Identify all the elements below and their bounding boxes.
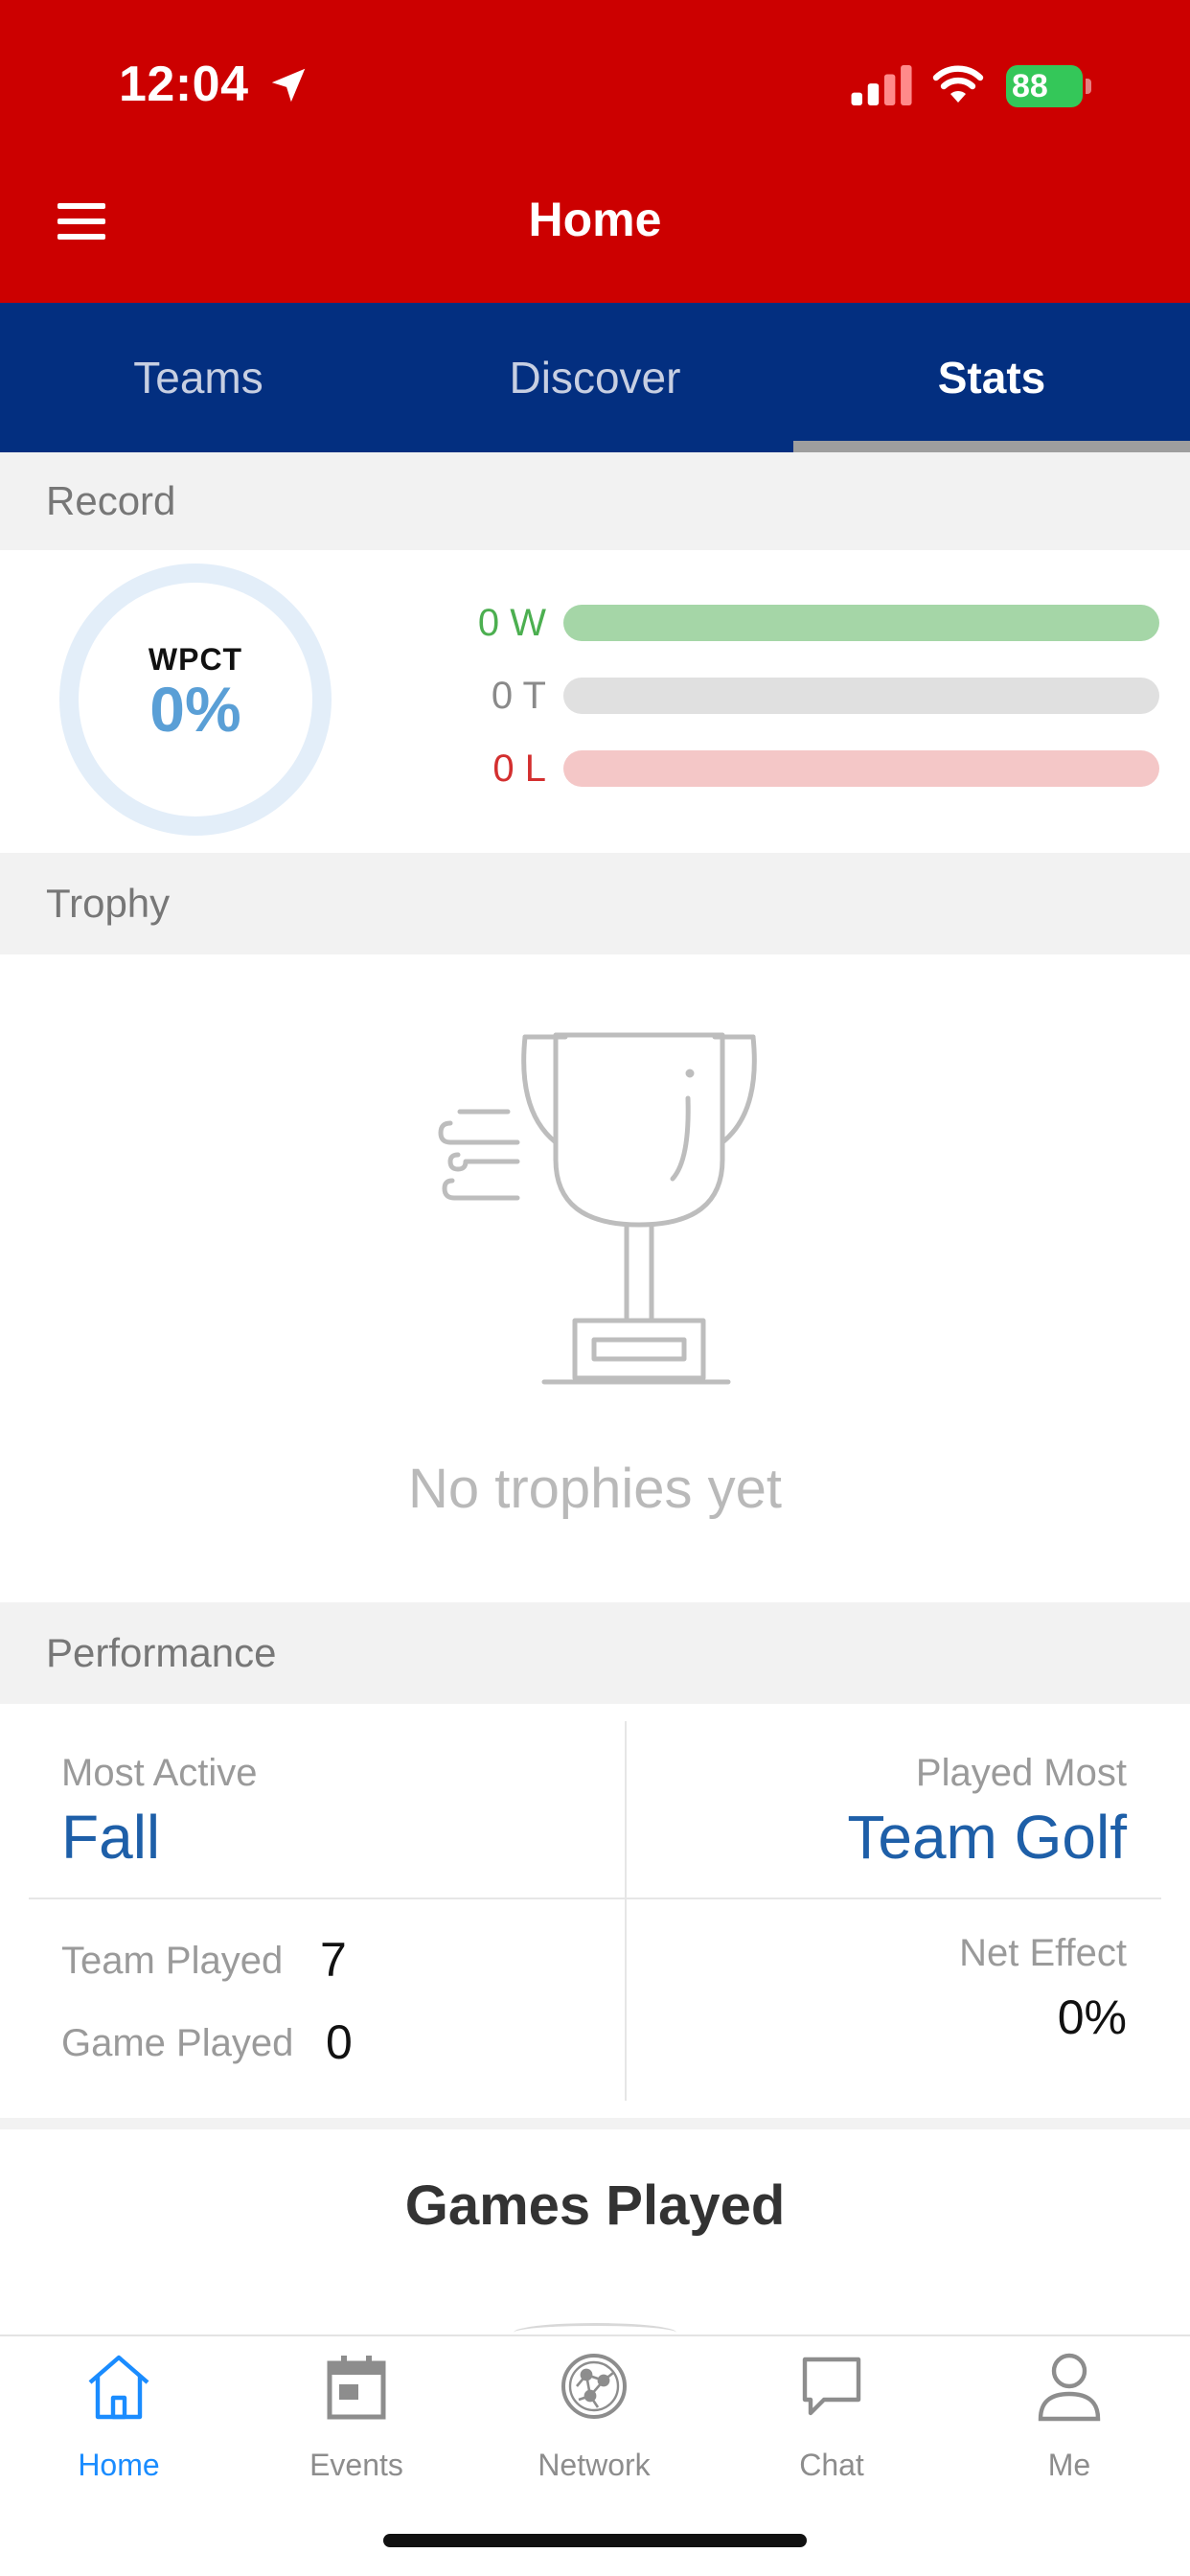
home-icon: [88, 2355, 149, 2420]
tab-bar: Teams Discover Stats: [0, 303, 1190, 452]
wins-label: 0 W: [477, 602, 546, 644]
battery-level: 88: [1012, 68, 1048, 104]
most-active-label: Most Active: [61, 1752, 258, 1794]
nav-network[interactable]: Network: [475, 2348, 713, 2492]
chat-icon: [802, 2357, 861, 2416]
most-active-value: Fall: [61, 1803, 161, 1872]
page-title: Home: [528, 193, 662, 246]
wpct-value: 0%: [149, 674, 241, 745]
wifi-icon: [932, 65, 984, 103]
location-arrow-icon: [271, 68, 306, 103]
games-played-title: Games Played: [404, 2174, 786, 2237]
net-effect-value: 0%: [1057, 1990, 1127, 2044]
active-tab-indicator: [793, 441, 1190, 452]
wins-bar: [563, 605, 1159, 641]
battery-indicator: 88: [1006, 65, 1092, 107]
team-played-value: 7: [320, 1933, 347, 1987]
played-most-value: Team Golf: [847, 1803, 1127, 1872]
ties-label: 0 T: [491, 675, 546, 717]
performance-divider-horizontal: [29, 1898, 1161, 1899]
tab-teams[interactable]: Teams: [0, 303, 397, 452]
cellular-signal-icon: [851, 65, 912, 105]
nav-chat[interactable]: Chat: [713, 2348, 950, 2492]
performance-divider-vertical: [625, 1721, 627, 2101]
person-icon: [1038, 2353, 1101, 2422]
losses-label: 0 L: [492, 748, 546, 790]
record-section-header: Record: [0, 452, 1190, 550]
nav-home-label: Home: [78, 2448, 160, 2482]
nav-events[interactable]: Events: [238, 2348, 475, 2492]
tab-stats[interactable]: Stats: [793, 303, 1190, 452]
home-indicator[interactable]: [383, 2534, 807, 2547]
game-played-label: Game Played: [61, 2022, 294, 2064]
ties-bar: [563, 678, 1159, 714]
nav-me[interactable]: Me: [950, 2348, 1188, 2492]
nav-me-label: Me: [1047, 2448, 1091, 2482]
status-time: 12:04: [119, 57, 249, 112]
tab-discover[interactable]: Discover: [397, 303, 793, 452]
team-played-label: Team Played: [61, 1940, 284, 1982]
losses-bar: [563, 750, 1159, 787]
played-most-label: Played Most: [915, 1752, 1127, 1794]
nav-home[interactable]: Home: [0, 2348, 238, 2492]
game-played-value: 0: [326, 2015, 353, 2069]
calendar-icon: [327, 2356, 386, 2420]
nav-events-label: Events: [309, 2448, 403, 2482]
net-effect-label: Net Effect: [959, 1932, 1127, 1974]
no-trophies-text: No trophies yet: [407, 1458, 783, 1520]
trophy-section-header: Trophy: [0, 853, 1190, 954]
section-gap: [0, 2118, 1190, 2129]
app-header: [0, 0, 1190, 303]
trophy-icon: [438, 1032, 757, 1385]
performance-section-header: Performance: [0, 1602, 1190, 1704]
nav-chat-label: Chat: [799, 2448, 864, 2482]
network-icon: [561, 2354, 627, 2419]
nav-network-label: Network: [538, 2448, 651, 2482]
